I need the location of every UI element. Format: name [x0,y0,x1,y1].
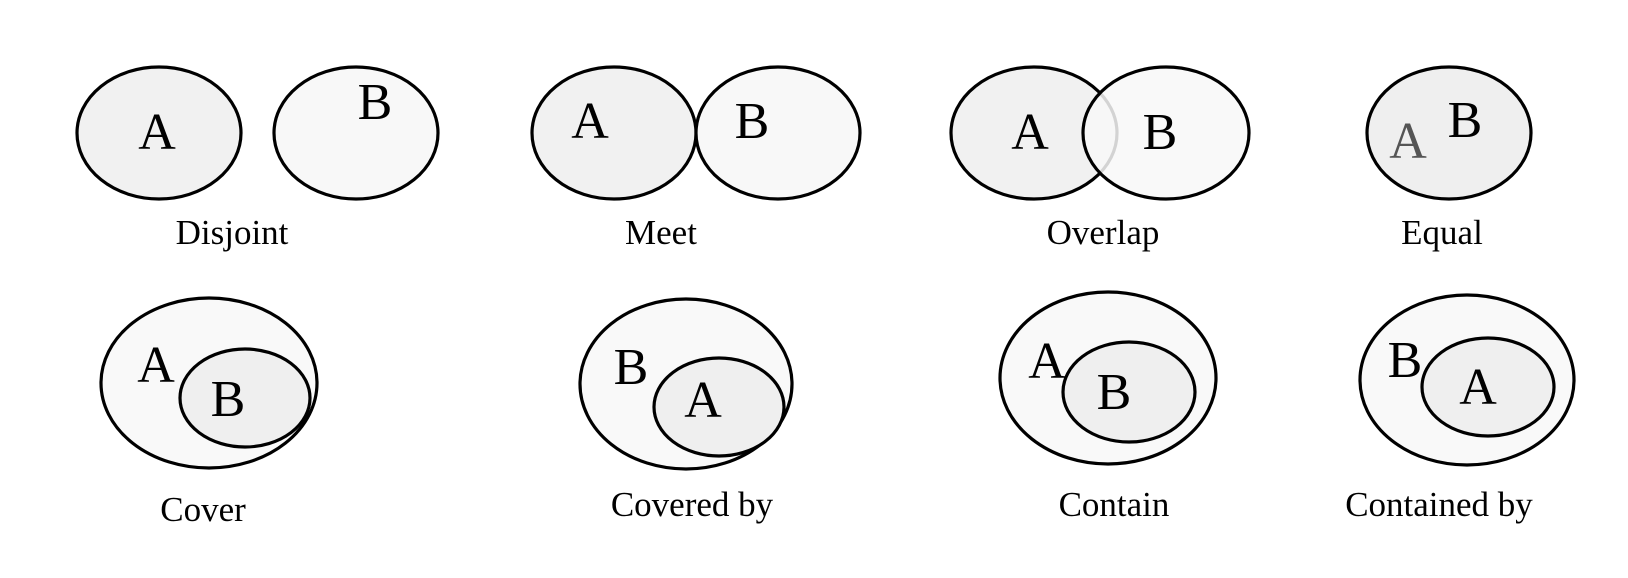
region-a-label: A [684,372,722,429]
region-b-label: B [614,339,649,396]
caption-contain: Contain [1059,485,1170,524]
relation-meet: A B Meet [530,65,862,252]
region-a-label: A [1028,333,1066,390]
region-b-label: B [1143,104,1178,161]
region-b-label: B [211,371,246,428]
region-b-label: B [1097,364,1132,421]
region-b [694,65,862,201]
spatial-relations-diagram: A B Disjoint A B Meet A B Overlap A B Eq… [75,65,1576,529]
region-a-label: A [137,337,175,394]
relation-disjoint: A B Disjoint [75,65,440,252]
caption-covered-by: Covered by [611,485,774,524]
relation-overlap: A B Overlap [949,65,1251,252]
region-a-label: A [1459,359,1497,416]
region-b-label: B [358,74,393,131]
region-b-label: B [735,93,770,150]
region-b [272,65,440,201]
region-a-label: A [138,104,176,161]
relation-equal: A B Equal [1365,65,1533,252]
relation-contain: A B Contain [998,290,1218,524]
region-a-label: A [571,93,609,150]
caption-cover: Cover [160,490,246,529]
caption-contained-by: Contained by [1345,485,1533,524]
region-a-label: A [1389,113,1427,170]
region-a [530,65,698,201]
caption-overlap: Overlap [1047,213,1160,252]
caption-disjoint: Disjoint [176,213,289,252]
relation-covered-by: B A Covered by [578,297,794,524]
region-a-label: A [1011,104,1049,161]
relation-contained-by: B A Contained by [1345,293,1576,524]
caption-meet: Meet [625,213,697,252]
region-b-label: B [1388,332,1423,389]
caption-equal: Equal [1401,213,1483,252]
relation-cover: A B Cover [99,296,319,529]
region-b-label: B [1448,92,1483,149]
